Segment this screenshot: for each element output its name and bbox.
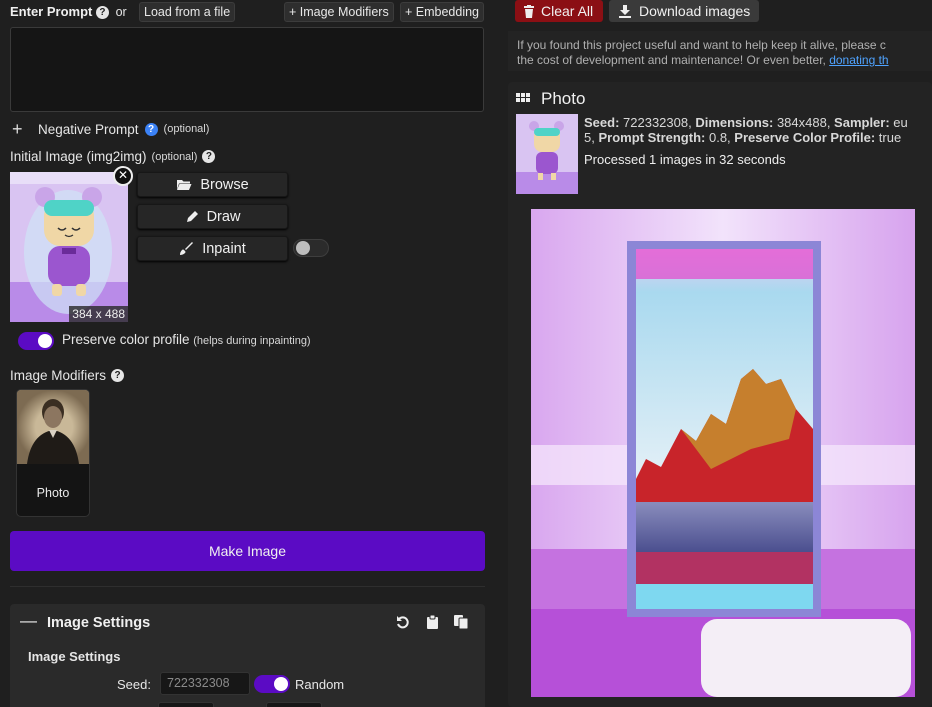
seed-label: Seed: — [117, 677, 151, 692]
image-modifiers-label-row: Image Modifiers ? — [10, 368, 125, 383]
initial-image-label: Initial Image (img2img) — [10, 149, 147, 164]
download-images-button[interactable]: Download images — [609, 0, 759, 22]
plus-icon[interactable]: + — [12, 120, 26, 138]
or-text: or — [115, 5, 127, 19]
seed-info-label: Seed: — [584, 115, 620, 130]
sampler-info-value: eu — [889, 115, 908, 130]
character-image — [516, 114, 578, 194]
modifier-card-photo[interactable]: Photo — [16, 389, 90, 517]
clear-all-button[interactable]: Clear All — [515, 0, 603, 22]
browse-label: Browse — [200, 176, 249, 193]
pencil-icon — [186, 210, 198, 222]
prompt-textarea[interactable] — [10, 27, 484, 112]
inpaint-button[interactable]: Inpaint — [137, 236, 288, 261]
inpaint-toggle[interactable] — [293, 239, 329, 257]
generated-image[interactable] — [531, 209, 915, 697]
negative-prompt-row[interactable]: + Negative Prompt ? (optional) — [12, 120, 210, 138]
result-panel: Photo Seed: 722332308, Dimensions: 384x4… — [508, 82, 932, 707]
embedding-button[interactable]: + Embedding — [400, 2, 485, 22]
browse-button[interactable]: Browse — [137, 172, 288, 197]
height-select[interactable] — [266, 702, 322, 707]
result-title: Photo — [541, 89, 586, 108]
image-size-badge: 384 x 488 — [69, 306, 128, 322]
image-settings-panel: — Image Settings Image Settings Seed: 72… — [10, 604, 485, 707]
grid-icon — [516, 93, 530, 102]
donate-link[interactable]: donating th — [829, 53, 888, 67]
image-settings-subtitle: Image Settings — [28, 649, 121, 664]
dims-info-label: Dimensions: — [695, 115, 774, 130]
preserve-info-label: Preserve Color Profile: — [734, 130, 876, 145]
download-images-label: Download images — [639, 3, 751, 19]
result-info: Seed: 722332308, Dimensions: 384x488, Sa… — [584, 115, 908, 167]
folder-open-icon — [177, 180, 192, 190]
random-seed-toggle[interactable] — [254, 675, 290, 693]
reset-icon[interactable] — [396, 615, 410, 629]
load-from-file-button[interactable]: Load from a file — [139, 2, 236, 22]
inpaint-label: Inpaint — [202, 240, 246, 257]
clear-all-label: Clear All — [541, 3, 594, 19]
optional-text: (optional) — [151, 150, 198, 163]
processed-text: Processed 1 images in 32 seconds — [584, 152, 786, 167]
paintbrush-icon — [180, 242, 194, 255]
prompt-label-row: Enter Prompt ? or — [10, 4, 127, 20]
support-note-line1: If you found this project useful and wan… — [517, 38, 886, 52]
toggle-knob — [296, 241, 310, 255]
seed-info-value: 722332308, — [619, 115, 696, 130]
sampler-info-label: Sampler: — [834, 115, 890, 130]
negative-prompt-label: Negative Prompt — [38, 121, 139, 137]
divider — [10, 586, 485, 587]
image-modifiers-label: Image Modifiers — [10, 368, 107, 383]
make-image-button[interactable]: Make Image — [10, 531, 485, 571]
image-settings-title[interactable]: Image Settings — [47, 615, 150, 631]
seed-input[interactable]: 722332308 — [160, 672, 250, 695]
collapse-minus-icon[interactable]: — — [20, 612, 37, 629]
preserve-color-label-row: Preserve color profile (helps during inp… — [62, 332, 311, 347]
help-icon[interactable]: ? — [202, 150, 216, 163]
prompt-label: Enter Prompt — [10, 4, 93, 19]
help-icon[interactable]: ? — [95, 6, 109, 20]
generated-photo-image — [531, 209, 915, 697]
optional-text: (optional) — [163, 123, 210, 135]
initial-image-label-row: Initial Image (img2img) (optional) ? — [10, 149, 216, 164]
initial-image-thumbnail[interactable]: 384 x 488 — [10, 172, 128, 322]
result-thumbnail[interactable] — [516, 114, 578, 194]
preserve-info-value: true — [875, 130, 902, 145]
support-note-line2: the cost of development and maintenance!… — [517, 53, 830, 67]
help-icon[interactable]: ? — [144, 122, 158, 136]
copy-icon[interactable] — [453, 614, 469, 630]
preserve-color-hint: (helps during inpainting) — [193, 335, 311, 347]
info-line2-prefix: 5, — [584, 130, 599, 145]
remove-image-icon[interactable]: ✕ — [113, 166, 133, 186]
clipboard-icon[interactable] — [426, 614, 439, 630]
image-modifiers-button[interactable]: + Image Modifiers — [284, 2, 394, 22]
portrait-photo-image — [17, 390, 89, 464]
strength-info-label: Prompt Strength: — [598, 130, 706, 145]
dims-info-value: 384x488, — [773, 115, 835, 130]
character-image — [10, 172, 128, 322]
preserve-color-toggle[interactable] — [18, 332, 54, 350]
draw-label: Draw — [206, 208, 241, 225]
toggle-knob — [274, 677, 288, 691]
toggle-knob — [38, 334, 52, 348]
help-icon[interactable]: ? — [111, 369, 125, 382]
trash-icon — [524, 4, 534, 18]
support-note: If you found this project useful and wan… — [508, 31, 932, 71]
random-label: Random — [295, 677, 345, 692]
strength-info-value: 0.8, — [705, 130, 735, 145]
width-select[interactable] — [158, 702, 214, 707]
download-icon — [619, 5, 631, 18]
preserve-color-label: Preserve color profile — [62, 332, 190, 347]
draw-button[interactable]: Draw — [137, 204, 288, 229]
modifier-card-label: Photo — [36, 486, 70, 500]
